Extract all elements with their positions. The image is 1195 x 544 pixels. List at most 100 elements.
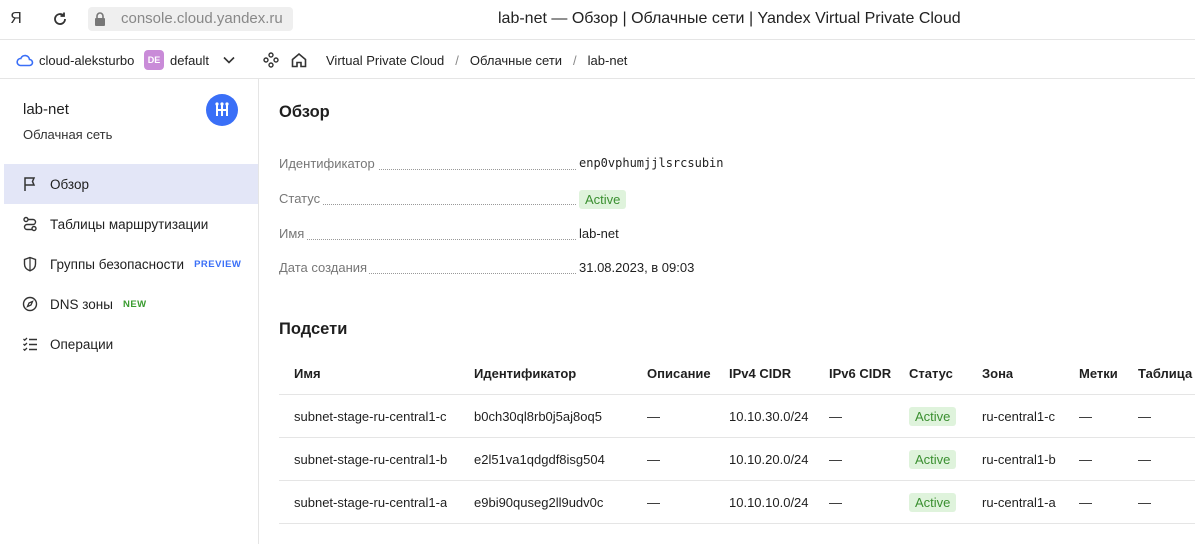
column-header-status[interactable]: Статус (909, 353, 953, 394)
property-label: Идентификатор (279, 156, 375, 171)
column-header-ipv6[interactable]: IPv6 CIDR (829, 353, 891, 394)
subnet-description: — (647, 451, 660, 467)
column-header-zone[interactable]: Зона (982, 353, 1013, 394)
sidebar-item-security-groups[interactable]: Группы безопасности PREVIEW (4, 244, 258, 284)
subnet-route-table: — (1138, 451, 1151, 467)
breadcrumb-lab-net: lab-net (587, 52, 628, 68)
column-header-id[interactable]: Идентификатор (474, 353, 576, 394)
subnet-zone: ru-central1-a (982, 494, 1056, 510)
breadcrumb-cloud-networks[interactable]: Облачные сети (470, 53, 562, 68)
status-badge: Active (909, 492, 957, 512)
sidebar-item-label: Обзор (50, 176, 89, 192)
browser-toolbar: Я console.cloud.yandex.ru lab-net — Обзо… (0, 0, 1195, 40)
page-tab-title: lab-net — Обзор | Облачные сети | Yandex… (498, 10, 961, 27)
main-content: Обзор Идентификатор enp0vphumjjlsrcsubin… (259, 79, 1195, 544)
subnet-id: e2l51va1qdgdf8isg504 (474, 451, 605, 467)
shield-icon (23, 256, 37, 272)
cloud-name: cloud-aleksturbo (39, 52, 135, 68)
sidebar-item-label: Таблицы маршрутизации (50, 216, 209, 232)
dotted-leader (379, 169, 576, 170)
subnet-labels: — (1079, 408, 1092, 424)
subnet-id: b0ch30ql8rb0j5aj8oq5 (474, 408, 602, 424)
vpc-service-icon (206, 94, 238, 126)
subnet-zone: ru-central1-b (982, 451, 1056, 467)
services-icon[interactable] (263, 41, 279, 79)
home-icon[interactable] (290, 41, 308, 79)
status-value: Active (579, 190, 627, 209)
table-row[interactable]: subnet-stage-ru-central1-b e2l51va1qdgdf… (279, 438, 1195, 481)
property-name: Имя lab-net (279, 226, 779, 246)
property-label: Статус (279, 191, 321, 206)
subnets-table-header: Имя Идентификатор Описание IPv4 CIDR IPv… (279, 353, 1195, 395)
column-header-name[interactable]: Имя (294, 353, 321, 394)
subnet-labels: — (1079, 494, 1092, 510)
yandex-browser-logo[interactable]: Я (6, 9, 26, 29)
console-header: cloud-aleksturbo DE default Virtual Priv… (0, 41, 1195, 79)
url-text: console.cloud.yandex.ru (121, 10, 283, 27)
chevron-down-icon (223, 56, 235, 64)
subnet-ipv6: — (829, 408, 842, 424)
sidebar-item-route-tables[interactable]: Таблицы маршрутизации (4, 204, 258, 244)
table-row[interactable]: subnet-stage-ru-central1-a e9bi90quseg2l… (279, 481, 1195, 524)
subnets-heading: Подсети (279, 320, 348, 338)
list-check-icon (23, 337, 37, 352)
subnet-name[interactable]: subnet-stage-ru-central1-b (294, 438, 447, 480)
sidebar-item-dns-zones[interactable]: DNS зоны NEW (4, 284, 258, 324)
status-badge: Active (579, 190, 627, 209)
breadcrumb-vpc[interactable]: Virtual Private Cloud (326, 53, 444, 68)
subnet-description: — (647, 494, 660, 510)
status-badge: Active (909, 449, 957, 469)
dotted-leader (307, 239, 576, 240)
subnet-ipv4: 10.10.20.0/24 (729, 451, 809, 467)
subnet-ipv6: — (829, 451, 842, 467)
subnet-ipv4: 10.10.30.0/24 (729, 408, 809, 424)
property-created-at: Дата создания 31.08.2023, в 09:03 (279, 260, 779, 280)
column-header-route-table[interactable]: Таблица м (1138, 353, 1195, 394)
status-badge: Active (909, 406, 957, 426)
sidebar-item-label: Группы безопасности (50, 256, 185, 272)
network-title: lab-net (23, 101, 69, 118)
network-id-value: enp0vphumjjlsrcsubin (579, 156, 724, 170)
cloud-selector[interactable]: cloud-aleksturbo (16, 41, 134, 79)
subnet-ipv6: — (829, 494, 842, 510)
folder-badge: DE (144, 50, 164, 70)
sidebar-item-label: Операции (50, 336, 114, 352)
overview-heading: Обзор (279, 103, 330, 121)
table-row[interactable]: subnet-stage-ru-central1-c b0ch30ql8rb0j… (279, 395, 1195, 438)
subnet-route-table: — (1138, 408, 1151, 424)
subnet-status: Active (909, 438, 957, 480)
lock-icon (94, 12, 106, 26)
column-header-description[interactable]: Описание (647, 353, 711, 394)
sidebar-item-overview[interactable]: Обзор (4, 164, 258, 204)
subnet-name[interactable]: subnet-stage-ru-central1-a (294, 481, 447, 523)
address-bar[interactable]: console.cloud.yandex.ru (88, 7, 293, 31)
compass-icon (22, 296, 38, 312)
dotted-leader (323, 204, 576, 205)
subnet-zone: ru-central1-c (982, 408, 1055, 424)
folder-selector[interactable]: DE default (144, 41, 235, 79)
breadcrumb-separator: / (455, 52, 459, 68)
property-label: Имя (279, 226, 305, 241)
subnet-route-table: — (1138, 494, 1151, 510)
property-status: Статус Active (279, 190, 779, 210)
column-header-labels[interactable]: Метки (1079, 353, 1118, 394)
reload-icon[interactable] (50, 9, 70, 29)
property-id: Идентификатор enp0vphumjjlsrcsubin (279, 156, 779, 176)
folder-name: default (170, 52, 210, 68)
subnet-status: Active (909, 395, 957, 437)
cloud-icon (16, 54, 34, 67)
sidebar-item-operations[interactable]: Операции (4, 324, 258, 364)
subnet-name[interactable]: subnet-stage-ru-central1-c (294, 395, 446, 437)
preview-badge: PREVIEW (194, 258, 242, 270)
sidebar-item-label: DNS зоны (50, 296, 113, 312)
breadcrumb-separator: / (573, 52, 577, 68)
dotted-leader (369, 273, 576, 274)
subnet-status: Active (909, 481, 957, 523)
property-label: Дата создания (279, 260, 368, 275)
name-value: lab-net (579, 226, 619, 241)
network-subtitle: Облачная сеть (23, 127, 113, 142)
new-badge: NEW (122, 298, 147, 310)
created-at-value: 31.08.2023, в 09:03 (579, 260, 695, 275)
column-header-ipv4[interactable]: IPv4 CIDR (729, 353, 791, 394)
flag-icon (24, 177, 36, 191)
